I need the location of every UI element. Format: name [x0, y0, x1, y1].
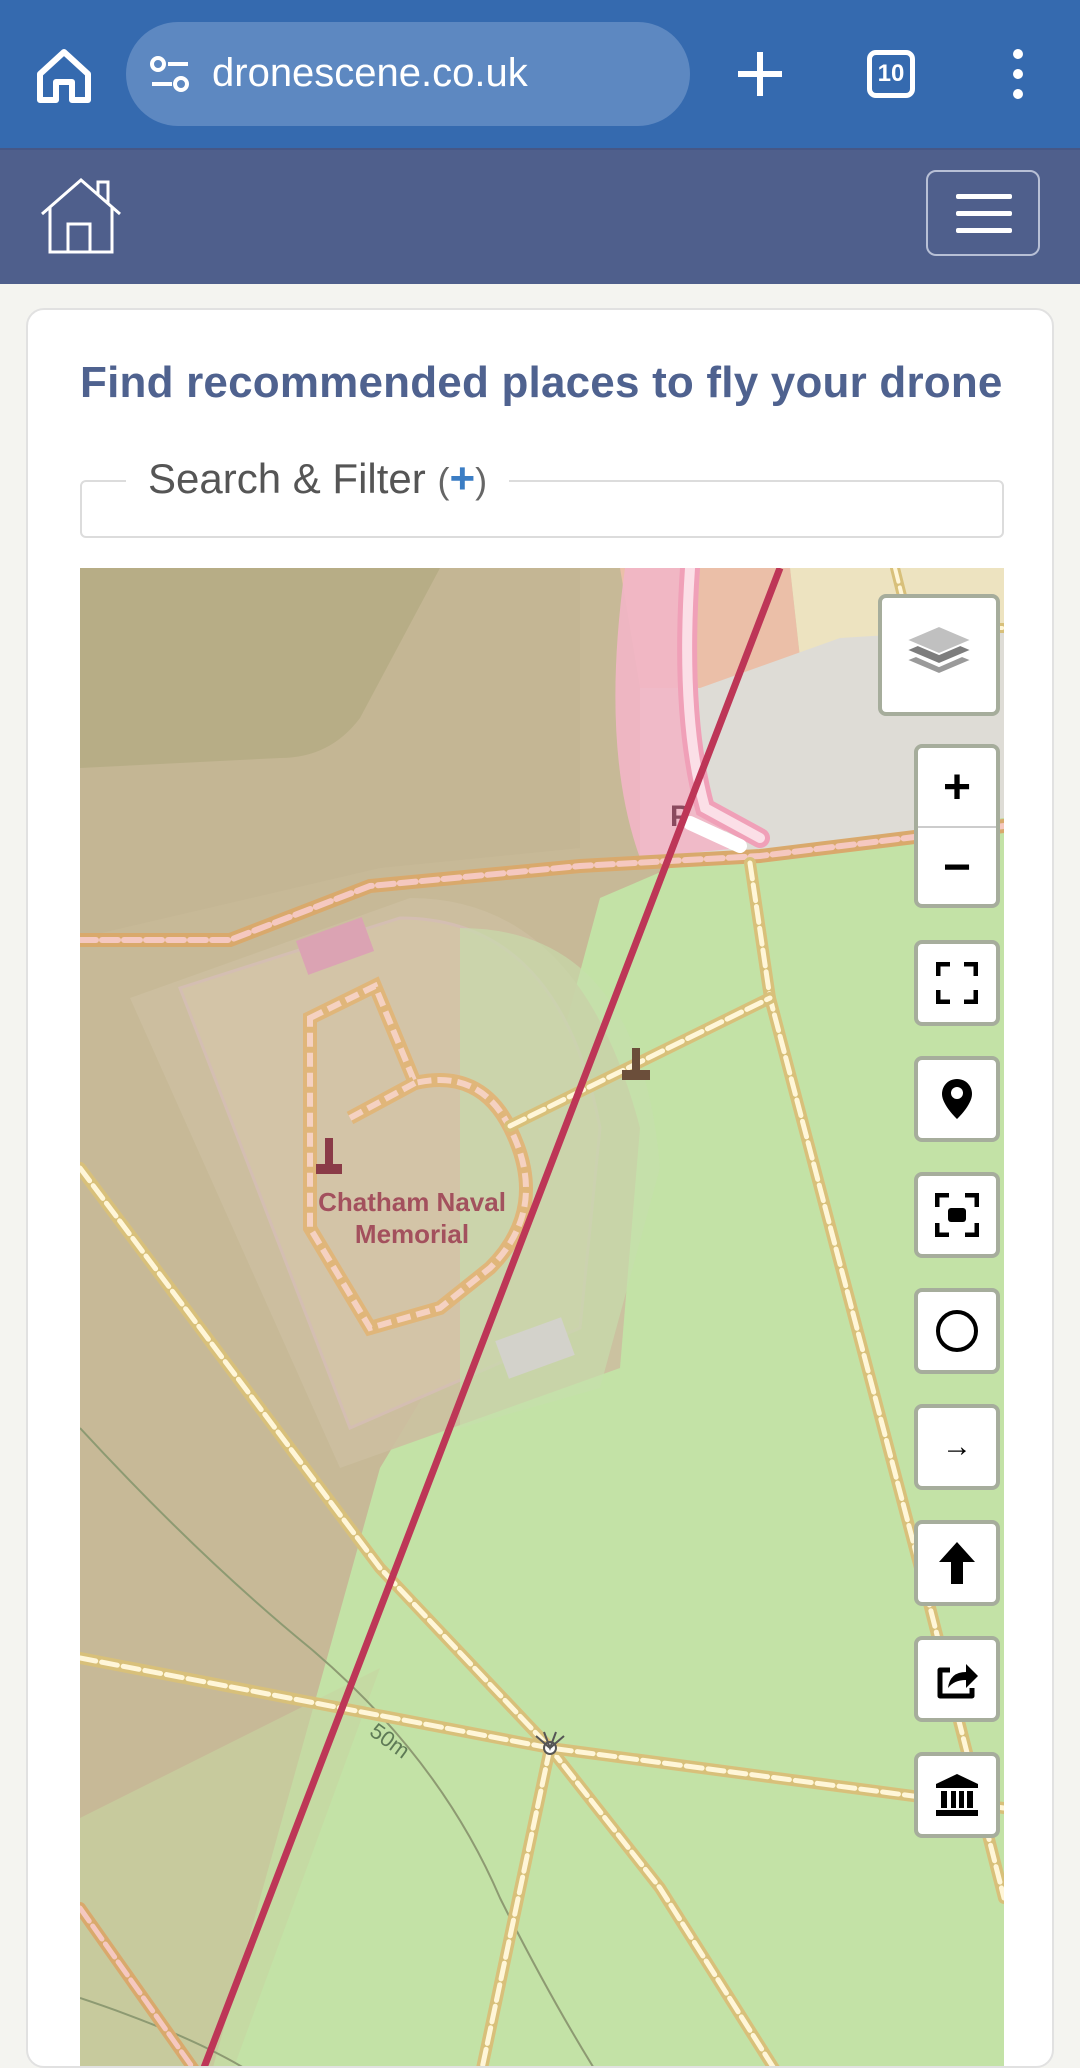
focus-button[interactable]: [914, 1172, 1000, 1258]
layers-icon: [903, 624, 975, 676]
share-icon: [937, 1664, 978, 1699]
tab-switcher-button[interactable]: 10: [867, 50, 915, 98]
site-settings-icon[interactable]: [148, 52, 192, 96]
browser-toolbar: dronescene.co.uk 10: [0, 0, 1080, 148]
fullscreen-icon: [936, 962, 978, 1004]
paren-close: ): [475, 460, 488, 501]
content-card: Find recommended places to fly your dron…: [26, 308, 1054, 2068]
place-label: Chatham Naval Memorial: [318, 1187, 506, 1249]
paren-open: (: [437, 460, 450, 501]
site-navbar: [0, 148, 1080, 284]
url-text[interactable]: dronescene.co.uk: [212, 48, 528, 98]
filter-expand-toggle[interactable]: +: [449, 454, 475, 503]
address-bar[interactable]: dronescene.co.uk: [126, 22, 690, 126]
share-button[interactable]: [914, 1636, 1000, 1722]
museum-button[interactable]: [914, 1752, 1000, 1838]
focus-icon: [935, 1193, 979, 1237]
page-title: Find recommended places to fly your dron…: [80, 358, 1003, 407]
layers-control[interactable]: [878, 594, 1000, 716]
search-filter-legend[interactable]: Search & Filter (+): [126, 454, 510, 504]
home-icon[interactable]: [32, 44, 96, 108]
north-button[interactable]: [914, 1520, 1000, 1606]
fullscreen-button[interactable]: [914, 940, 1000, 1026]
map-tiles[interactable]: P: [80, 568, 1004, 2068]
search-filter-label: Search & Filter: [148, 455, 426, 502]
map[interactable]: P Chatham Naval Memorial 50m + − →: [80, 568, 1004, 2068]
home-outline-icon[interactable]: [36, 174, 126, 256]
hamburger-menu-button[interactable]: [926, 170, 1040, 256]
zoom-control: + −: [914, 744, 1000, 908]
arrow-right-icon: →: [942, 1430, 972, 1463]
draw-circle-button[interactable]: [914, 1288, 1000, 1374]
location-pin-icon: [942, 1079, 972, 1119]
arrow-right-button[interactable]: →: [914, 1404, 1000, 1490]
zoom-in-button[interactable]: +: [918, 748, 996, 826]
locate-button[interactable]: [914, 1056, 1000, 1142]
more-options-icon[interactable]: [998, 48, 1038, 100]
circle-icon: [936, 1310, 978, 1352]
north-arrow-icon: [939, 1542, 975, 1584]
new-tab-icon[interactable]: [732, 42, 788, 106]
zoom-out-button[interactable]: −: [918, 828, 996, 906]
museum-icon: [936, 1774, 978, 1816]
